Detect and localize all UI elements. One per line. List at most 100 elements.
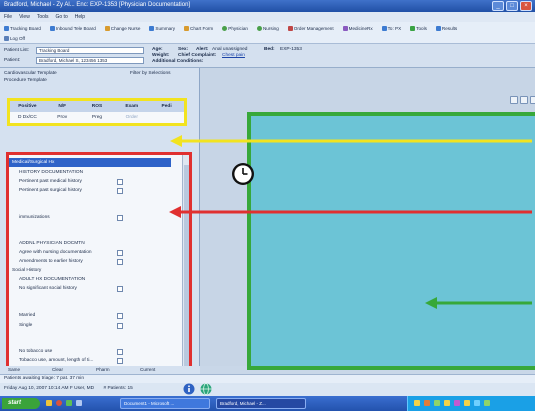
tree-item-adult-hx: ADULT HX DOCUMENTATION — [19, 277, 86, 282]
checkbox-amendments[interactable] — [117, 259, 123, 265]
checkbox-single[interactable] — [117, 323, 123, 329]
checkbox-agree-nursing[interactable] — [117, 250, 123, 256]
checkbox-past-surgical[interactable] — [117, 188, 123, 194]
checkbox-tobacco-use[interactable] — [117, 358, 123, 364]
grid-header-positive[interactable]: Positive — [10, 101, 45, 112]
tray-volume-icon[interactable] — [444, 400, 450, 406]
clear-button[interactable]: Clear — [52, 367, 63, 372]
checkbox-past-medical[interactable] — [117, 179, 123, 185]
current-button[interactable]: Current — [140, 367, 155, 372]
tree-item-medical-surgical[interactable]: Medical/Surgical Hx — [9, 158, 171, 167]
checkbox-no-social-history[interactable] — [117, 286, 123, 292]
grid-header-nf[interactable]: N/F — [45, 101, 80, 112]
toolbar-results[interactable]: Results — [435, 25, 457, 31]
toolbar: Tracking Board Inbound Tele Board Change… — [0, 22, 535, 44]
tree-item-tobacco-use[interactable]: Tobacco use, amount, length of ti... — [19, 356, 93, 365]
exit-icon — [4, 35, 9, 41]
list-icon — [49, 25, 55, 31]
tree-item-amendments[interactable]: Amendments to earlier history — [19, 257, 83, 266]
grid-cell-prov[interactable]: Prov — [45, 112, 80, 123]
checkbox-immunizations[interactable] — [117, 215, 123, 221]
tree-item-past-surgical[interactable]: Pertinent past surgical history — [19, 186, 82, 195]
tree-item-past-medical[interactable]: Pertinent past medical history — [19, 177, 82, 186]
grid-cell-preg[interactable]: Preg — [80, 112, 115, 123]
tray-security-icon[interactable] — [424, 400, 430, 406]
patient-label: Patient: — [4, 58, 21, 63]
refresh-nav-icon[interactable] — [530, 96, 535, 104]
patient-count-text: # Patients: 15 — [103, 386, 133, 391]
toolbar-chart-form[interactable]: Chart Form — [184, 25, 213, 31]
tree-item-immunizations[interactable]: immunizations — [19, 213, 50, 222]
maximize-button[interactable]: □ — [506, 1, 518, 11]
window-title-bar: Bradford, Michael - Zy Al... Enc: EXP-13… — [0, 0, 535, 12]
grid-header-pedi[interactable]: Pedi — [149, 101, 184, 112]
note-content-area[interactable] — [247, 112, 535, 370]
quicklaunch-desktop-icon[interactable] — [76, 400, 82, 406]
globe-icon[interactable] — [200, 383, 212, 395]
person-icon — [256, 25, 262, 31]
checkbox-married[interactable] — [117, 313, 123, 319]
grid-header-exam[interactable]: Exam — [114, 101, 149, 112]
toolbar-summary[interactable]: Summary — [149, 25, 175, 31]
tree-item-no-tobacco[interactable]: No tobacco use — [19, 347, 52, 356]
tray-update-icon[interactable] — [434, 400, 440, 406]
toolbar-nursing[interactable]: Nursing — [256, 25, 279, 31]
tree-item-agree-nursing[interactable]: Agree with nursing documentation — [19, 248, 92, 257]
toolbar-tools[interactable]: Tools — [410, 25, 427, 31]
same-button[interactable]: Same — [8, 367, 20, 372]
grid-header-ros[interactable]: ROS — [80, 101, 115, 112]
toolbar-log-off[interactable]: Log Off — [4, 35, 25, 41]
grid-cell-dxcc[interactable]: D Dx/CC — [10, 112, 45, 123]
forward-nav-icon[interactable] — [520, 96, 528, 104]
menu-bar: File View Tools Go to Help — [0, 12, 535, 22]
checkbox-no-tobacco[interactable] — [117, 349, 123, 355]
tray-antivirus-icon[interactable] — [484, 400, 490, 406]
toolbar-physician[interactable]: Physician — [222, 25, 248, 31]
patient-list-dropdown[interactable]: Tracking Board — [36, 47, 144, 54]
bed-value: EXP-1353 — [280, 47, 302, 52]
tray-network-icon[interactable] — [414, 400, 420, 406]
menu-goto[interactable]: Go to — [56, 14, 68, 20]
toolbar-tracking-board[interactable]: Tracking Board — [4, 25, 41, 31]
minimize-button[interactable]: _ — [492, 1, 504, 11]
tray-messenger-icon[interactable] — [454, 400, 460, 406]
grid-cell-order[interactable]: Order — [114, 112, 149, 123]
menu-view[interactable]: View — [19, 14, 30, 20]
quicklaunch-folder-icon[interactable] — [46, 400, 52, 406]
taskbar-word-document[interactable]: Document1 - Microsoft ... — [120, 398, 210, 409]
template-buttons: Same Clear Pharm Current — [0, 366, 200, 374]
menu-help[interactable]: Help — [75, 14, 85, 20]
grid-row: D Dx/CC Prov Preg Order — [10, 112, 184, 123]
grid-cell-empty[interactable] — [149, 112, 184, 123]
filter-selections-toggle[interactable]: Filter by Selections — [130, 71, 171, 76]
tray-sync-icon[interactable] — [474, 400, 480, 406]
menu-tools[interactable]: Tools — [37, 14, 49, 20]
taskbar-patient-chart[interactable]: Bradford, Michael - Z... — [216, 398, 306, 409]
toolbar-to-px[interactable]: To: PX — [381, 25, 401, 31]
tree-item-no-social-history[interactable]: No significant social history — [19, 284, 77, 293]
documentation-grid: Positive N/F ROS Exam Pedi D Dx/CC Prov … — [7, 98, 187, 126]
menu-file[interactable]: File — [4, 14, 12, 20]
pharm-button[interactable]: Pharm — [96, 367, 110, 372]
tree-item-married[interactable]: Married — [19, 311, 35, 320]
toolbar-medicine[interactable]: MedicineRx — [342, 25, 373, 31]
tree-item-social-history[interactable]: Social History — [12, 266, 41, 275]
start-button[interactable]: start — [2, 398, 40, 409]
window-title: Bradford, Michael - Zy Al... Enc: EXP-13… — [4, 2, 191, 8]
tree-item-addnl-physician: ADDNL PHYSICIAN DOCMTN — [19, 241, 85, 246]
complaint-value[interactable]: Chest pain — [222, 53, 245, 61]
bed-label: Bed: — [264, 47, 275, 52]
patient-dropdown[interactable]: Bradford, Michael S, 123456 1353 — [36, 57, 144, 64]
toolbar-order-management[interactable]: Order Management — [287, 25, 334, 31]
close-button[interactable]: × — [520, 1, 532, 11]
tray-power-icon[interactable] — [464, 400, 470, 406]
list-icon — [149, 25, 155, 31]
quicklaunch-browser-icon[interactable] — [56, 400, 62, 406]
clock-icon — [232, 163, 254, 185]
back-nav-icon[interactable] — [510, 96, 518, 104]
tree-item-single[interactable]: Single — [19, 321, 32, 330]
toolbar-tele-board[interactable]: Inbound Tele Board — [49, 25, 96, 31]
quicklaunch-app-icon[interactable] — [66, 400, 72, 406]
info-icon[interactable] — [183, 383, 195, 395]
toolbar-change-nurse[interactable]: Change Nurse — [104, 25, 140, 31]
